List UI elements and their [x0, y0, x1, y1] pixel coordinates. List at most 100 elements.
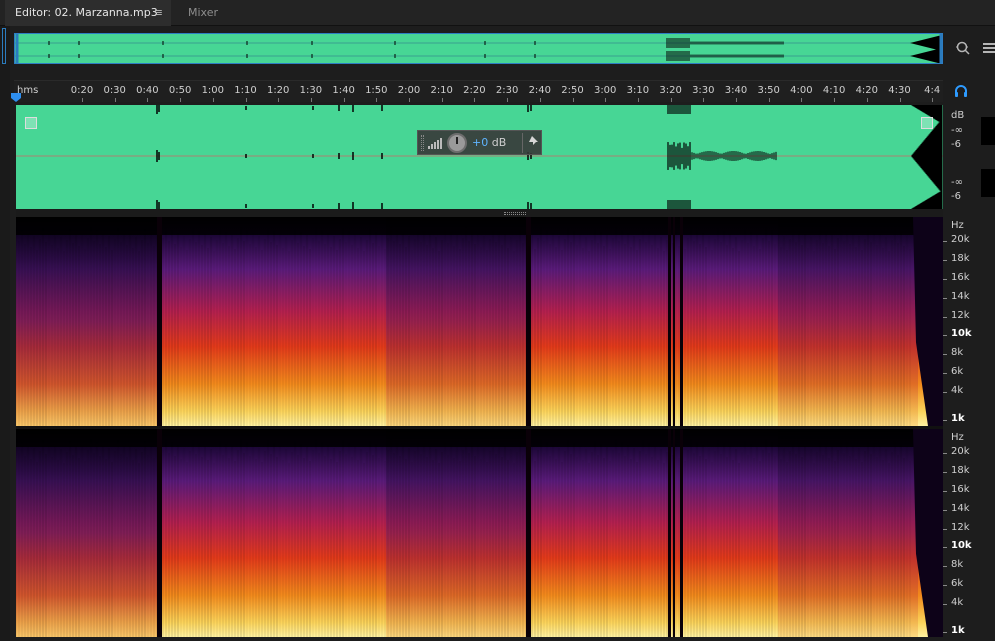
- fade-out-handle[interactable]: [921, 117, 933, 129]
- frequency-label: 20k: [951, 234, 970, 245]
- ruler-tick-label: 0:40: [136, 85, 159, 96]
- ruler-tick-label: 1:10: [234, 85, 257, 96]
- volume-knob[interactable]: [447, 133, 467, 153]
- ch1-level-bar: [981, 117, 995, 145]
- volume-readout[interactable]: +0 dB: [472, 136, 506, 149]
- ch2-level-bar: [981, 169, 995, 197]
- frequency-label: 4k: [951, 385, 964, 396]
- ch1-inf-label: -∞: [951, 125, 963, 136]
- overview-waveform[interactable]: [14, 33, 943, 64]
- spectral-display-ch2[interactable]: [16, 429, 943, 637]
- headphones-icon[interactable]: [954, 84, 968, 102]
- frequency-tick: [943, 279, 947, 280]
- ruler-tick: [572, 98, 574, 102]
- hud-grip[interactable]: [421, 135, 424, 151]
- ruler-tick: [637, 98, 639, 102]
- tab-editor-label: Editor: 02. Marzanna.mp3: [15, 6, 158, 19]
- frequency-tick: [943, 566, 947, 567]
- frequency-tick: [943, 547, 947, 548]
- frequency-tick: [943, 241, 947, 242]
- ruler-tick-label: 0:20: [70, 85, 94, 96]
- panel-tab-bar: Editor: 02. Marzanna.mp3 ≡ Mixer: [0, 0, 995, 26]
- ruler-tick-label: 2:20: [463, 85, 486, 96]
- zoom-icon[interactable]: [955, 40, 971, 60]
- pin-icon[interactable]: [528, 135, 539, 149]
- ruler-tick-label: 3:50: [757, 85, 780, 96]
- ruler-tick: [245, 98, 247, 102]
- waveform-spectral-splitter[interactable]: [16, 209, 943, 217]
- frequency-label: 1k: [951, 413, 965, 424]
- tab-mixer[interactable]: Mixer: [178, 0, 218, 26]
- ruler-tick: [310, 98, 312, 102]
- frequency-tick: [943, 298, 947, 299]
- volume-hud[interactable]: +0 dB: [417, 130, 542, 155]
- ch2-inf-label: -∞: [951, 177, 963, 188]
- ruler-tick-label: 4:30: [888, 85, 911, 96]
- frequency-tick: [943, 354, 947, 355]
- frequency-tick: [943, 604, 947, 605]
- frequency-unit: Hz: [951, 432, 964, 443]
- audition-editor-window: Editor: 02. Marzanna.mp3 ≡ Mixer hms 0:2…: [0, 0, 995, 641]
- spectral-display-ch1[interactable]: [16, 217, 943, 426]
- frequency-label: 18k: [951, 253, 970, 264]
- tab-menu-icon[interactable]: ≡: [154, 0, 163, 26]
- playhead-marker[interactable]: [10, 92, 22, 103]
- ruler-tick-label: 2:00: [397, 85, 421, 96]
- frequency-label: 12k: [951, 310, 970, 321]
- frequency-label: 8k: [951, 347, 964, 358]
- ruler-tick: [343, 98, 345, 102]
- ruler-tick-label: 3:00: [593, 85, 617, 96]
- waveform-display[interactable]: [16, 105, 943, 209]
- frequency-tick: [943, 317, 947, 318]
- frequency-tick: [943, 335, 947, 336]
- frequency-tick: [943, 392, 947, 393]
- panel-icon[interactable]: [983, 42, 995, 58]
- frequency-scale-ch2: Hz 20k 18k 16k 14k 12k 10k 8k 6k 4k 1k: [943, 429, 995, 637]
- ruler-tick: [376, 98, 378, 102]
- frequency-label: 16k: [951, 272, 970, 283]
- ruler-tick: [703, 98, 705, 102]
- frequency-tick: [943, 453, 947, 454]
- frequency-label: 10k: [951, 540, 972, 551]
- tab-mixer-label: Mixer: [188, 6, 219, 19]
- ch2-minus6-label: -6: [951, 191, 961, 202]
- ruler-tick: [670, 98, 672, 102]
- frequency-label: 18k: [951, 465, 970, 476]
- fade-in-handle[interactable]: [25, 117, 37, 129]
- ruler-tick-label: 4:10: [822, 85, 846, 96]
- frequency-label: 10k: [951, 328, 972, 339]
- ruler-tick: [212, 98, 214, 102]
- ruler-tick: [539, 98, 541, 102]
- frequency-tick: [943, 632, 947, 633]
- ruler-tick: [409, 98, 410, 102]
- frequency-label: 14k: [951, 503, 970, 514]
- hud-separator: [522, 133, 523, 153]
- frequency-tick: [943, 373, 947, 374]
- splitter-grip[interactable]: [504, 212, 526, 215]
- frequency-tick: [943, 529, 947, 530]
- ruler-tick: [180, 98, 182, 102]
- ruler-tick: [82, 98, 83, 102]
- volume-unit: dB: [491, 136, 507, 149]
- time-ruler[interactable]: hms 0:20 0:30 0:40 0:50 1:00 1:10 1:20 1:30 1:40…: [14, 80, 943, 102]
- ruler-tick: [899, 98, 901, 102]
- ruler-tick-label: 1:40: [332, 85, 355, 96]
- ruler-tick: [507, 98, 509, 102]
- frequency-tick: [943, 472, 947, 473]
- ruler-tick: [278, 98, 280, 102]
- ruler-tick: [474, 98, 476, 102]
- panel-highlight: [2, 28, 6, 64]
- ruler-tick-label: 3:10: [626, 85, 650, 96]
- frequency-label: 8k: [951, 559, 964, 570]
- overview-waveform-graphic: [15, 34, 942, 63]
- tab-editor[interactable]: Editor: 02. Marzanna.mp3 ≡: [5, 0, 171, 26]
- ruler-tick: [736, 98, 737, 102]
- ruler-tick-label: 1:00: [201, 85, 225, 96]
- ruler-tick-label: 1:30: [299, 85, 323, 96]
- ruler-tick: [441, 98, 443, 102]
- frequency-label: 16k: [951, 484, 970, 495]
- ruler-tick-label: 1:20: [266, 85, 290, 96]
- frequency-tick: [943, 420, 947, 421]
- ruler-tick: [114, 98, 116, 102]
- ruler-tick-label: 4:4: [924, 85, 941, 96]
